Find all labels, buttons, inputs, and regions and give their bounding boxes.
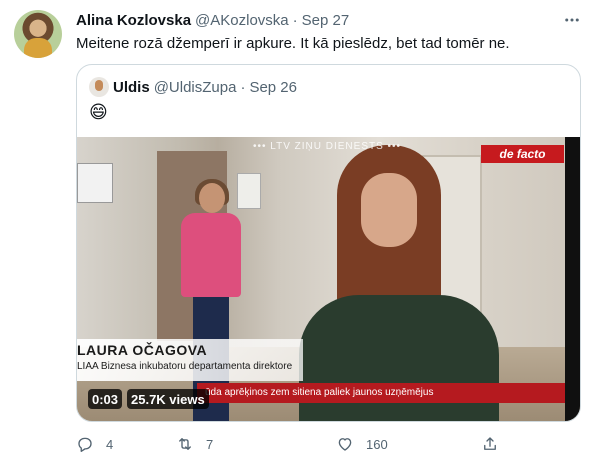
retweet-icon — [179, 438, 191, 450]
retweet-button[interactable]: 7 — [176, 434, 213, 454]
action-bar: 4 7 160 — [76, 434, 506, 454]
quoted-author-name: Uldis — [113, 78, 150, 96]
broadcast-watermark: ••• LTV ZIŅU DIENESTS ••• — [253, 141, 402, 152]
quoted-emoji: 😄 — [89, 102, 108, 122]
reply-button[interactable]: 4 — [76, 434, 113, 454]
person-interviewee — [299, 145, 499, 421]
lower-third-name: LAURA OČAGOVA — [77, 342, 208, 358]
video-wall-sign — [77, 163, 113, 203]
tweet[interactable]: Alina Kozlovska @AKozlovska · Sep 27 Mei… — [0, 0, 596, 467]
news-ticker-text: ūda aprēķinos zem sitiena paliek jaunos … — [205, 387, 434, 398]
like-button[interactable]: 160 — [336, 434, 388, 454]
reply-icon — [78, 437, 92, 452]
author-avatar[interactable] — [14, 10, 62, 58]
quoted-tweet[interactable]: Uldis @UldisZupa · Sep 26 😄 ••• LTV ZIŅU… — [76, 64, 581, 422]
more-icon[interactable] — [560, 8, 584, 32]
reply-count: 4 — [106, 436, 114, 452]
video-player[interactable]: ••• LTV ZIŅU DIENESTS ••• de facto LAURA… — [77, 137, 580, 421]
share-button[interactable] — [481, 434, 499, 454]
like-count: 160 — [366, 436, 388, 452]
quoted-avatar — [89, 77, 109, 97]
author-name[interactable]: Alina Kozlovska — [76, 12, 191, 29]
video-edge-bar — [565, 137, 580, 421]
video-time-badge: 0:03 — [88, 389, 123, 409]
quoted-header: Uldis @UldisZupa · Sep 26 — [89, 77, 297, 97]
like-icon — [338, 438, 352, 451]
video-views-badge: 25.7K views — [127, 389, 209, 409]
author-handle[interactable]: @AKozlovska — [195, 12, 289, 29]
separator-dot: · — [292, 11, 298, 29]
tweet-header: Alina Kozlovska @AKozlovska · Sep 27 — [76, 10, 349, 30]
share-icon — [484, 437, 496, 450]
retweet-count: 7 — [206, 436, 214, 452]
tweet-text: Meitene rozā džemperī ir apkure. It kā p… — [76, 35, 510, 52]
quoted-separator-dot: · — [240, 78, 246, 96]
lower-third-title: LIAA Biznesa inkubatoru departamenta dir… — [77, 361, 293, 372]
channel-logo: de facto — [481, 145, 564, 163]
quoted-author-handle: @UldisZupa — [153, 78, 237, 96]
quoted-date: Sep 26 — [249, 78, 297, 96]
tweet-date[interactable]: Sep 27 — [302, 12, 350, 29]
